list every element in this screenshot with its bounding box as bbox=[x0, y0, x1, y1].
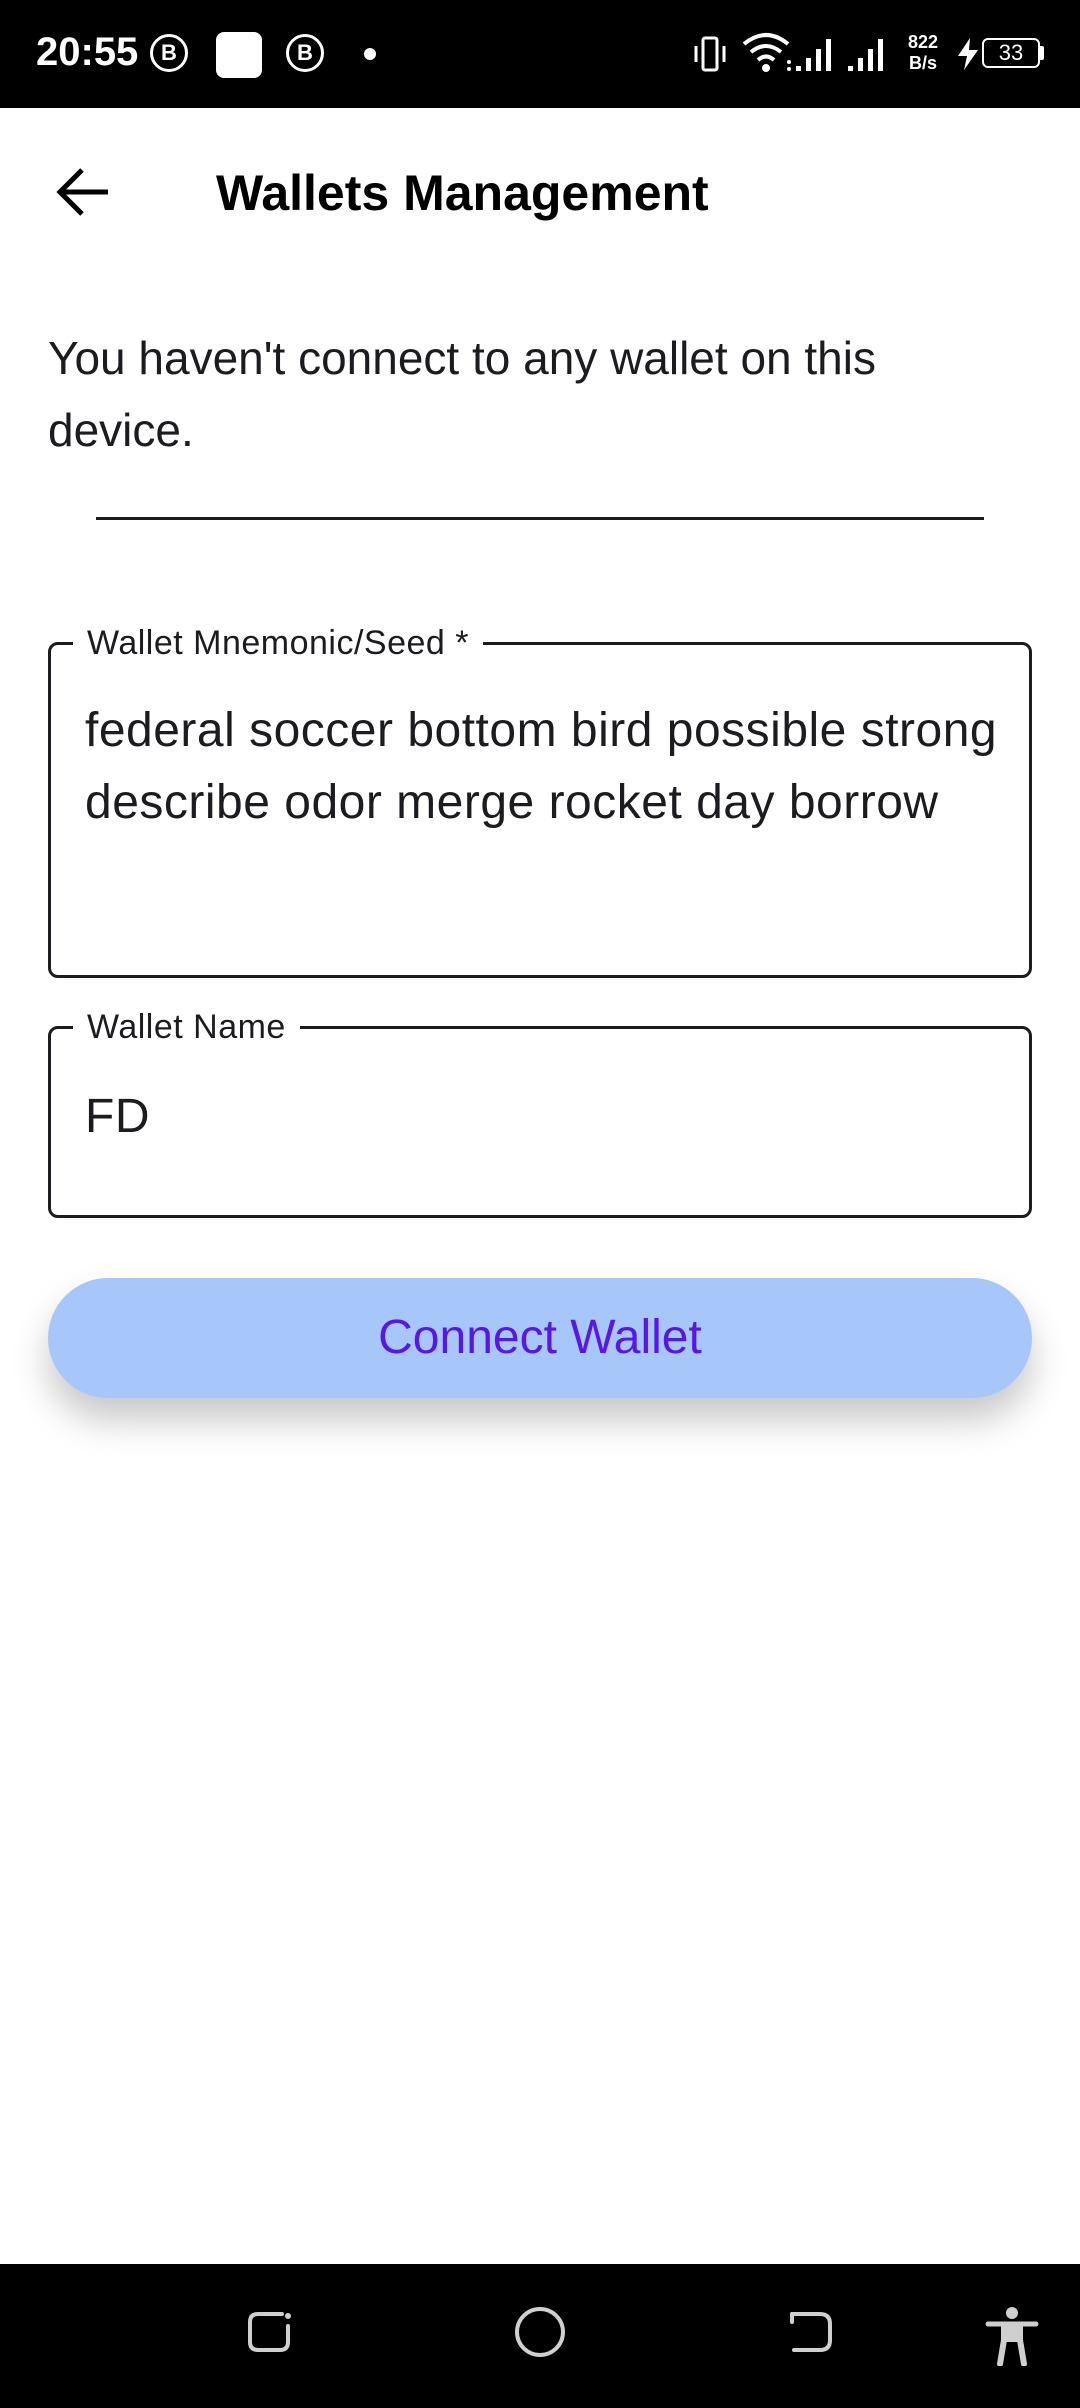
recents-icon[interactable] bbox=[244, 2306, 296, 2358]
page-title: Wallets Management bbox=[216, 165, 709, 221]
wallet-name-field[interactable]: Wallet Name FD bbox=[48, 1007, 1032, 1218]
navigation-bar bbox=[0, 2264, 1080, 2408]
more-notifications-dot-icon bbox=[364, 48, 376, 60]
mnemonic-field[interactable]: Wallet Mnemonic/Seed * federal soccer bo… bbox=[48, 623, 1032, 978]
app-notification-icon bbox=[216, 32, 262, 78]
arrow-left-icon bbox=[56, 168, 108, 216]
network-speed-value: 822 bbox=[907, 32, 939, 52]
mnemonic-input[interactable]: federal soccer bottom bird possible stro… bbox=[85, 695, 999, 839]
wallet-name-field-label: Wallet Name bbox=[73, 1007, 300, 1047]
network-speed-unit: B/s bbox=[908, 53, 937, 73]
home-icon[interactable] bbox=[514, 2306, 566, 2358]
b-notification-icon: B bbox=[286, 34, 324, 72]
status-bar: 20:55 B B 822 B/s 33 bbox=[0, 0, 1080, 108]
signal-icon bbox=[796, 39, 831, 71]
accessibility-icon[interactable] bbox=[984, 2306, 1040, 2366]
back-icon[interactable] bbox=[784, 2306, 836, 2358]
b-notification-icon: B bbox=[150, 34, 188, 72]
battery-tip bbox=[1040, 46, 1044, 60]
vibrate-icon bbox=[694, 36, 726, 72]
signal-icon bbox=[848, 39, 883, 71]
divider bbox=[96, 517, 984, 520]
charging-bolt-icon bbox=[958, 38, 978, 70]
mnemonic-field-label: Wallet Mnemonic/Seed * bbox=[73, 623, 484, 663]
back-button[interactable] bbox=[40, 150, 130, 234]
wallet-name-input[interactable]: FD bbox=[85, 1081, 999, 1153]
wifi-icon bbox=[742, 33, 791, 72]
status-time: 20:55 bbox=[36, 30, 139, 74]
connect-wallet-button[interactable]: Connect Wallet bbox=[48, 1278, 1032, 1398]
network-speed: 822 B/s bbox=[904, 32, 942, 74]
no-wallet-message: You haven't connect to any wallet on thi… bbox=[48, 332, 876, 456]
battery-icon: 33 bbox=[982, 38, 1040, 68]
